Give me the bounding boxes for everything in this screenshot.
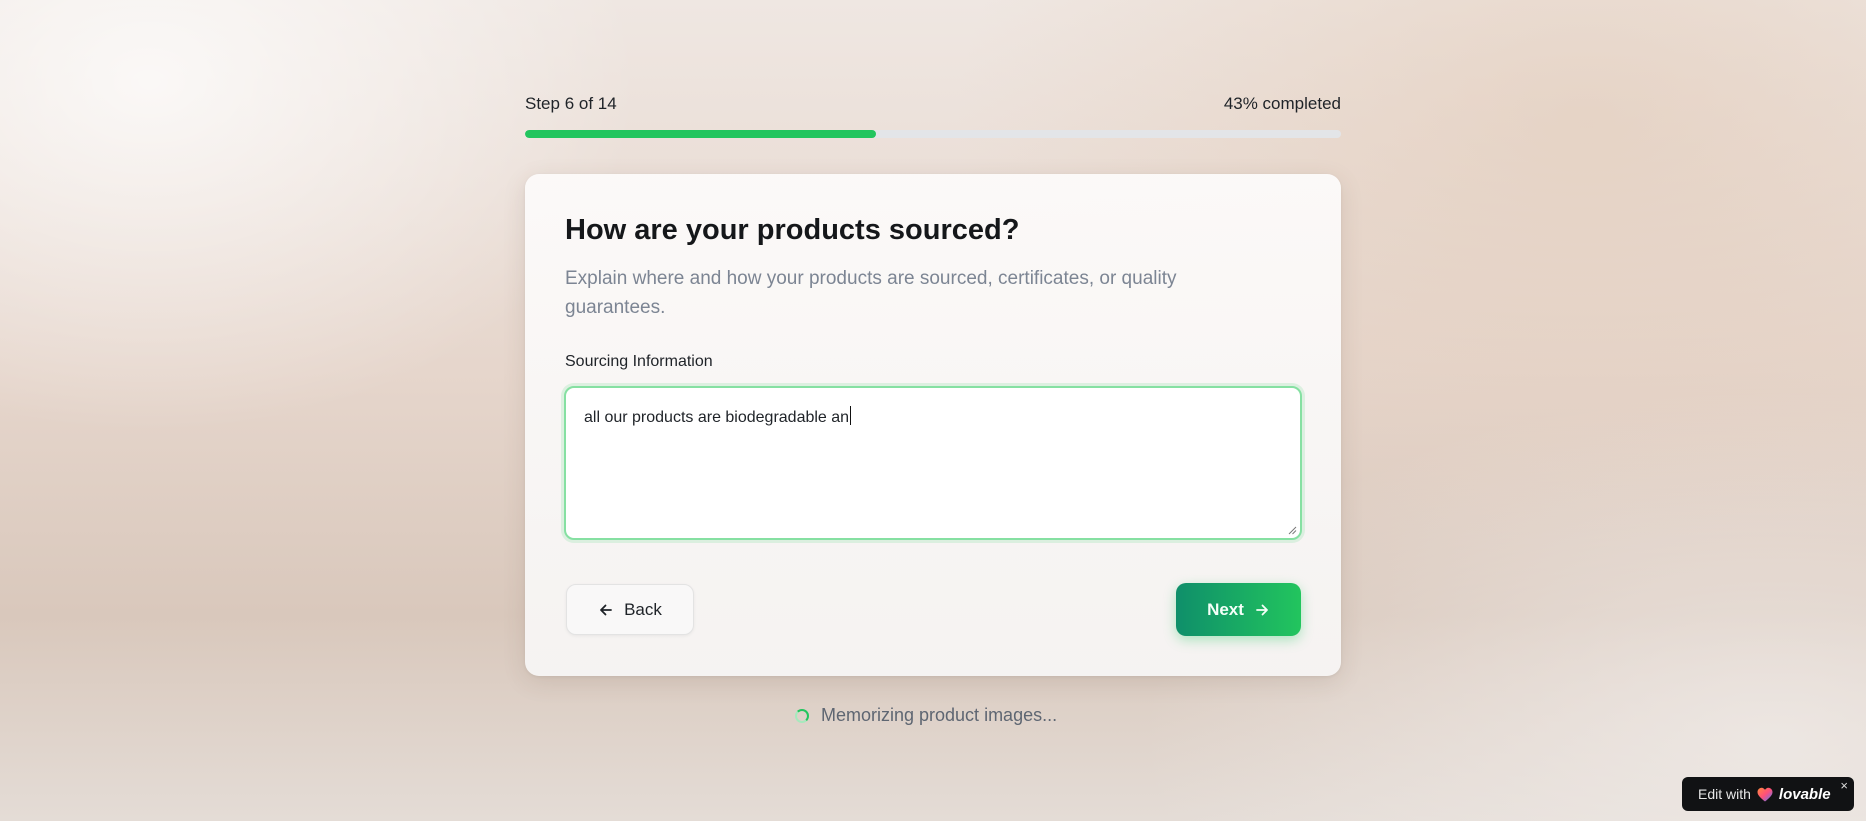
text-caret bbox=[850, 406, 852, 425]
progress-fill bbox=[525, 130, 876, 138]
arrow-left-icon bbox=[600, 604, 612, 615]
badge-prefix: Edit with bbox=[1698, 786, 1751, 802]
sourcing-textarea-value: all our products are biodegradable an bbox=[584, 409, 850, 426]
status-indicator: Memorizing product images... bbox=[795, 705, 1057, 726]
sourcing-field-label: Sourcing Information bbox=[565, 353, 713, 370]
edit-with-lovable-badge[interactable]: Edit with lovable × bbox=[1682, 777, 1854, 811]
badge-brand: lovable bbox=[1778, 785, 1831, 803]
badge-close-icon[interactable]: × bbox=[1840, 779, 1848, 792]
question-card: How are your products sourced? Explain w… bbox=[525, 174, 1341, 676]
completion-label: 43% completed bbox=[1223, 94, 1341, 113]
next-button[interactable]: Next bbox=[1176, 583, 1301, 636]
progress-track bbox=[525, 130, 1341, 138]
progress-section: Step 6 of 14 43% completed bbox=[525, 92, 1341, 138]
back-button[interactable]: Back bbox=[566, 584, 694, 635]
heart-logo-icon bbox=[1757, 787, 1773, 801]
spinner-icon bbox=[795, 708, 809, 723]
status-text: Memorizing product images... bbox=[821, 705, 1058, 725]
sourcing-textarea[interactable]: all our products are biodegradable an bbox=[564, 386, 1302, 540]
next-button-label: Next bbox=[1207, 599, 1244, 619]
back-button-label: Back bbox=[624, 599, 662, 619]
step-label: Step 6 of 14 bbox=[525, 94, 617, 113]
arrow-right-icon bbox=[1256, 604, 1268, 615]
question-description: Explain where and how your products are … bbox=[565, 268, 1177, 318]
question-title: How are your products sourced? bbox=[565, 214, 1020, 246]
progress-header: Step 6 of 14 43% completed bbox=[525, 92, 1341, 116]
resize-handle-icon[interactable] bbox=[1288, 526, 1297, 535]
